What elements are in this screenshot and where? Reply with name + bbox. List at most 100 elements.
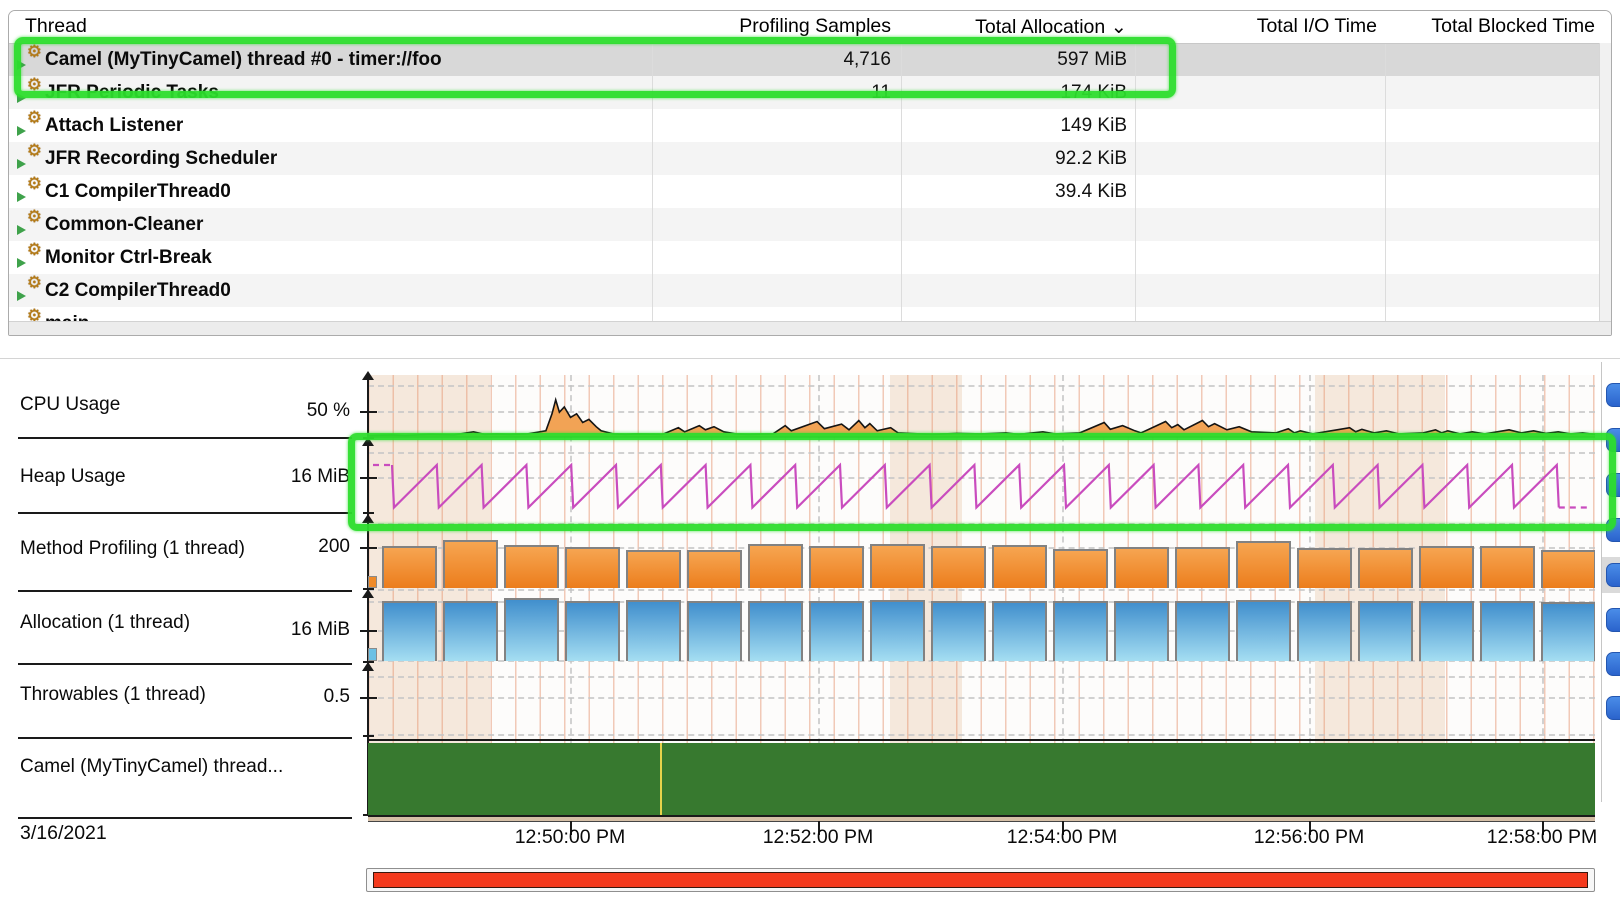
time-label: 12:58:00 PM: [1487, 826, 1598, 849]
allocation-bar: [1175, 601, 1230, 661]
method-profiling-bar: [1358, 548, 1413, 588]
allocation-bar: [1297, 601, 1352, 661]
method-profiling-bar: [1297, 548, 1352, 588]
play-triangle-icon: [17, 93, 26, 103]
lane-label-camel-mytinycamel-thread: Camel (MyTinyCamel) thread...: [20, 756, 283, 778]
lane-control-button[interactable]: [1606, 608, 1620, 632]
method-profiling-bar: [1175, 547, 1230, 588]
lane-scale-heap-usage: 16 MiB: [200, 466, 350, 488]
method-profiling-bar: [1480, 546, 1535, 588]
play-triangle-icon: [17, 126, 26, 136]
cell-total-allocation: 597 MiB: [907, 43, 1127, 76]
play-triangle-icon: [17, 192, 26, 202]
cell-total-allocation: 149 KiB: [907, 109, 1127, 142]
lane-scale-cpu-usage: 50 %: [200, 400, 350, 422]
lane-control-button[interactable]: [1606, 696, 1620, 720]
allocation-bars: [368, 593, 1595, 661]
column-divider: [652, 11, 653, 322]
lane-control-button[interactable]: [1606, 383, 1620, 407]
method-profiling-bar: [504, 545, 559, 588]
lane-control-button[interactable]: [1606, 652, 1620, 676]
column-header-thread[interactable]: Thread: [25, 15, 87, 38]
table-rows: ⚙Camel (MyTinyCamel) thread #0 - timer:/…: [9, 43, 1611, 335]
allocation-bar: [1053, 601, 1108, 661]
threads-table: ThreadProfiling SamplesTotal Allocation …: [8, 10, 1612, 336]
allocation-bar: [1236, 600, 1291, 661]
method-profiling-bar: [870, 544, 925, 588]
lane-separator: [18, 737, 352, 739]
timeline-plot-area[interactable]: [368, 375, 1595, 815]
thread-name: C2 CompilerThread0: [45, 274, 231, 307]
lane-label-heap-usage: Heap Usage: [20, 466, 126, 488]
column-divider: [1385, 11, 1386, 322]
cell-profiling-samples: 4,716: [671, 43, 891, 76]
lane-control-button[interactable]: [1606, 518, 1620, 542]
thread-name: JFR Recording Scheduler: [45, 142, 277, 175]
gear-icon: ⚙: [27, 75, 42, 95]
lane-control-button[interactable]: [1606, 563, 1620, 587]
lane-scale-method-profiling-1-thread: 200: [200, 536, 350, 558]
allocation-bar: [809, 601, 864, 661]
thread-row[interactable]: ⚙JFR Periodic Tasks11174 KiB: [9, 76, 1611, 110]
thread-gear-icon: ⚙: [17, 147, 41, 170]
cell-total-allocation: 39.4 KiB: [907, 175, 1127, 208]
panel-divider: [0, 358, 1620, 359]
column-header-blocked[interactable]: Total Blocked Time: [1295, 15, 1595, 38]
allocation-bar: [1480, 601, 1535, 661]
thread-gear-icon: ⚙: [17, 246, 41, 269]
thread-row[interactable]: ⚙Common-Cleaner: [9, 208, 1611, 242]
lane-scale-throwables-1-thread: 0.5: [200, 686, 350, 708]
table-vertical-scrollbar[interactable]: [1599, 43, 1611, 322]
allocation-bar: [504, 598, 559, 661]
method-profiling-bar: [565, 547, 620, 588]
thread-gear-icon: ⚙: [17, 213, 41, 236]
allocation-bar: [748, 601, 803, 661]
method-bar-stub: [368, 576, 377, 588]
allocation-bar: [992, 601, 1047, 661]
play-triangle-icon: [17, 60, 26, 70]
allocation-bar: [931, 601, 986, 661]
column-divider: [901, 11, 902, 322]
thread-gear-icon: ⚙: [17, 114, 41, 137]
range-selector-track[interactable]: [366, 868, 1595, 892]
thread-name: C1 CompilerThread0: [45, 175, 231, 208]
gear-icon: ⚙: [27, 108, 42, 128]
lane-separator: [18, 817, 352, 819]
allocation-bar: [870, 600, 925, 661]
lane-separator: [18, 663, 352, 665]
thread-row[interactable]: ⚙C2 CompilerThread0: [9, 274, 1611, 308]
thread-row[interactable]: ⚙C1 CompilerThread0 39.4 KiB: [9, 175, 1611, 209]
thread-row[interactable]: ⚙JFR Recording Scheduler92.2 KiB: [9, 142, 1611, 176]
camel-thread-activity-bar[interactable]: [368, 743, 1595, 815]
thread-gear-icon: ⚙: [17, 81, 41, 104]
method-profiling-bar: [1419, 546, 1474, 588]
lane-label-allocation-1-thread: Allocation (1 thread): [20, 612, 190, 634]
allocation-bar-stub: [368, 648, 377, 661]
gear-icon: ⚙: [27, 207, 42, 227]
lane-control-button[interactable]: [1606, 428, 1620, 452]
thread-row[interactable]: ⚙Monitor Ctrl-Break: [9, 241, 1611, 275]
play-triangle-icon: [17, 291, 26, 301]
jmc-threads-view: ThreadProfiling SamplesTotal Allocation …: [0, 0, 1620, 904]
allocation-bar: [1419, 601, 1474, 661]
range-selector-thumb[interactable]: [373, 872, 1588, 888]
gear-icon: ⚙: [27, 240, 42, 260]
thread-name: Monitor Ctrl-Break: [45, 241, 212, 274]
gear-icon: ⚙: [27, 273, 42, 293]
allocation-bar: [565, 601, 620, 661]
allocation-bar: [382, 601, 437, 661]
lane-control-button[interactable]: [1606, 473, 1620, 497]
thread-gear-icon: ⚙: [17, 180, 41, 203]
play-triangle-icon: [17, 258, 26, 268]
thread-row[interactable]: ⚙Attach Listener 149 KiB: [9, 109, 1611, 143]
gear-icon: ⚙: [27, 174, 42, 194]
allocation-bar: [1358, 601, 1413, 661]
thread-row[interactable]: ⚙Camel (MyTinyCamel) thread #0 - timer:/…: [9, 43, 1611, 77]
play-triangle-icon: [17, 225, 26, 235]
thread-name: Attach Listener: [45, 109, 183, 142]
thread-gear-icon: ⚙: [17, 48, 41, 71]
table-horizontal-scrollbar[interactable]: [9, 321, 1611, 335]
method-profiling-bar: [809, 546, 864, 588]
thread-gear-icon: ⚙: [17, 279, 41, 302]
method-profiling-bar: [992, 545, 1047, 588]
